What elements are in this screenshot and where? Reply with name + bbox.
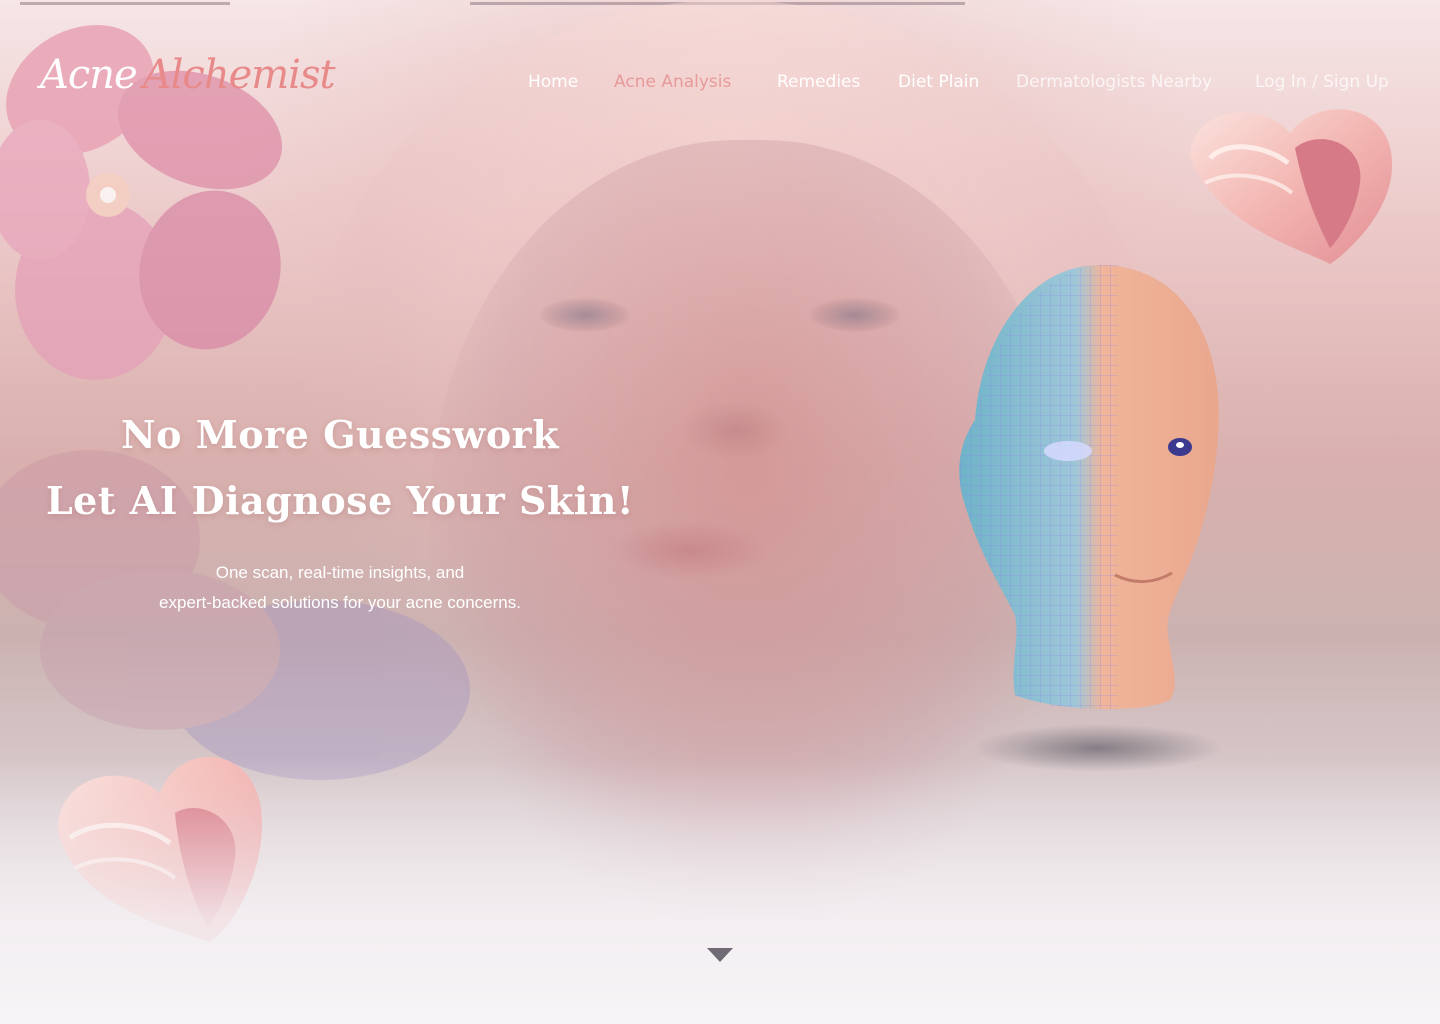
background-face-nose: [680, 400, 790, 460]
hero-subtext-2: expert-backed solutions for your acne co…: [159, 593, 521, 612]
3d-head-icon: [959, 265, 1223, 772]
hero-headline-1: No More Guesswork: [120, 412, 560, 457]
scroll-down-arrow-icon[interactable]: [707, 948, 733, 962]
hero-headline-2: Let AI Diagnose Your Skin!: [45, 478, 635, 523]
nav-home[interactable]: Home: [528, 72, 578, 96]
hero-subtext-1: One scan, real-time insights, and: [215, 563, 465, 582]
nav-diet-plan[interactable]: Diet Plain: [898, 72, 979, 96]
top-divider: [20, 2, 230, 5]
brand-logo[interactable]: Acne Alchemist: [40, 52, 336, 112]
nav-acne-analysis[interactable]: Acne Analysis: [614, 72, 731, 96]
nav-login-signup[interactable]: Log In / Sign Up: [1255, 72, 1389, 96]
background-face-eye-left: [540, 298, 630, 332]
heart-sculpture-icon: [1190, 109, 1393, 265]
nav-remedies[interactable]: Remedies: [777, 72, 860, 96]
bottom-fade: [0, 760, 1440, 1024]
nav-dermatologists-nearby[interactable]: Dermatologists Nearby: [1016, 72, 1212, 96]
background-face-eye-right: [810, 298, 900, 332]
brand-word-1: Acne: [40, 52, 138, 98]
brand-word-2: Alchemist: [142, 52, 336, 98]
